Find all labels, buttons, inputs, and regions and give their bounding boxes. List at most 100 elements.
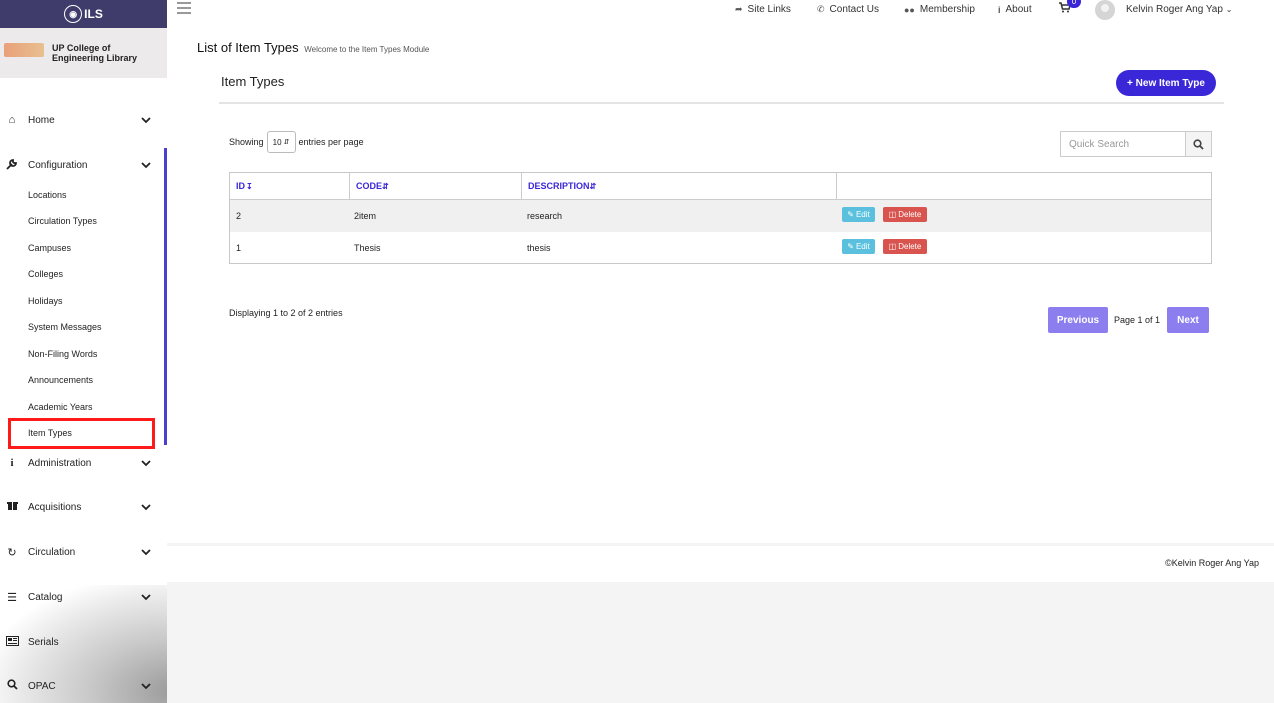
item-types-table: ID ↧ CODE ⇵ DESCRIPTION ⇵ 2 2item resear… bbox=[229, 172, 1212, 264]
chevron-down-icon: ⌄ bbox=[1225, 5, 1233, 14]
wrench-icon bbox=[2, 158, 22, 173]
entries-summary: Displaying 1 to 2 of 2 entries bbox=[229, 308, 343, 318]
menu-toggle-icon[interactable] bbox=[177, 2, 191, 14]
library-name-line1: UP College of bbox=[52, 43, 111, 53]
edit-button[interactable]: ✎ Edit bbox=[842, 239, 875, 254]
sidebar-subitem-announcements[interactable]: Announcements bbox=[28, 375, 93, 385]
brand-logo[interactable]: ◉ ILS bbox=[0, 0, 167, 28]
home-icon: ⌂ bbox=[8, 114, 16, 126]
share-icon: ➦ bbox=[735, 4, 743, 14]
cell-code: 2item bbox=[354, 211, 377, 221]
section-title: Item Types bbox=[221, 74, 285, 89]
new-item-type-button[interactable]: + New Item Type bbox=[1116, 70, 1216, 96]
sidebar-subitem-non-filing-words[interactable]: Non-Filing Words bbox=[28, 349, 97, 359]
trash-icon: ◫ bbox=[888, 242, 897, 251]
page-size-select[interactable]: 10 ⇵ bbox=[266, 131, 296, 153]
sidebar-subitem-campuses[interactable]: Campuses bbox=[28, 243, 71, 253]
page-size-value: 10 bbox=[272, 137, 282, 147]
sidebar-item-home[interactable]: ⌂ Home bbox=[0, 109, 160, 131]
sidebar-item-administration[interactable]: i Administration bbox=[0, 452, 160, 474]
sidebar-subitem-holidays[interactable]: Holidays bbox=[28, 296, 63, 306]
page-title: List of Item Types Welcome to the Item T… bbox=[197, 40, 429, 55]
previous-button[interactable]: Previous bbox=[1048, 307, 1108, 333]
delete-button[interactable]: ◫ Delete bbox=[883, 207, 927, 222]
library-name: UP College of Engineering Library bbox=[52, 43, 137, 63]
sort-icon: ⇵ bbox=[382, 181, 389, 191]
column-header-label: CODE bbox=[356, 181, 383, 191]
showing-label: Showing bbox=[229, 137, 264, 147]
sidebar-item-label: Circulation bbox=[28, 546, 76, 558]
users-icon: ●● bbox=[904, 4, 915, 15]
about-label: About bbox=[1005, 4, 1032, 15]
top-bar: ➦ Site Links ✆ Contact Us ●● Membership … bbox=[167, 0, 1274, 24]
chevron-down-icon bbox=[141, 594, 151, 601]
sidebar-item-label: Home bbox=[28, 114, 55, 126]
library-logo bbox=[4, 43, 44, 57]
table-row: 2 2item research ✎ Edit ◫ Delete bbox=[230, 200, 1211, 232]
sidebar-item-label: Acquisitions bbox=[28, 501, 82, 513]
phone-icon: ✆ bbox=[817, 4, 825, 14]
pencil-icon: ✎ bbox=[847, 242, 854, 251]
main-content: List of Item Types Welcome to the Item T… bbox=[167, 24, 1274, 543]
site-links-label: Site Links bbox=[747, 4, 791, 15]
sidebar-item-catalog[interactable]: ☰ Catalog bbox=[0, 586, 160, 608]
sidebar-subitem-colleges[interactable]: Colleges bbox=[28, 269, 63, 279]
book-icon: ◉ bbox=[64, 5, 83, 23]
delete-button[interactable]: ◫ Delete bbox=[883, 239, 927, 254]
contact-us-link[interactable]: ✆ Contact Us bbox=[817, 4, 879, 15]
column-header-label: DESCRIPTION bbox=[528, 181, 590, 191]
brand-name: ILS bbox=[84, 7, 103, 21]
sidebar-subitem-academic-years[interactable]: Academic Years bbox=[28, 402, 93, 412]
sidebar-subitem-locations[interactable]: Locations bbox=[28, 190, 67, 200]
active-section-indicator bbox=[164, 148, 167, 445]
avatar[interactable] bbox=[1095, 0, 1115, 20]
edit-label: Edit bbox=[855, 210, 870, 219]
gift-icon bbox=[2, 500, 22, 514]
sidebar-item-acquisitions[interactable]: Acquisitions bbox=[0, 496, 160, 518]
chevron-down-icon bbox=[141, 549, 151, 556]
cell-description: thesis bbox=[527, 243, 551, 253]
sort-icon: ⇵ bbox=[589, 181, 597, 191]
sidebar-item-label: OPAC bbox=[28, 680, 56, 692]
cell-code: Thesis bbox=[354, 243, 381, 253]
sidebar-item-serials[interactable]: Serials bbox=[0, 631, 160, 653]
edit-button[interactable]: ✎ Edit bbox=[842, 207, 875, 222]
cell-id: 1 bbox=[236, 243, 242, 253]
sidebar-item-circulation[interactable]: ↻ Circulation bbox=[0, 541, 160, 563]
delete-label: Delete bbox=[898, 210, 922, 219]
edit-label: Edit bbox=[855, 242, 870, 251]
membership-label: Membership bbox=[919, 4, 975, 15]
library-header: UP College of Engineering Library bbox=[0, 28, 167, 78]
footer-copyright: ©Kelvin Roger Ang Yap bbox=[1165, 558, 1259, 568]
entries-label: entries per page bbox=[298, 137, 364, 147]
info-icon: i bbox=[998, 4, 1001, 15]
about-link[interactable]: i About bbox=[998, 4, 1032, 15]
sidebar-item-opac[interactable]: OPAC bbox=[0, 675, 160, 697]
sort-desc-icon: ↧ bbox=[246, 181, 253, 191]
sidebar-item-label: Administration bbox=[28, 457, 92, 469]
column-header-id[interactable]: ID ↧ bbox=[230, 173, 350, 199]
chevron-down-icon bbox=[141, 162, 151, 169]
delete-label: Delete bbox=[898, 242, 922, 251]
cell-id: 2 bbox=[236, 211, 242, 221]
membership-link[interactable]: ●● Membership bbox=[904, 4, 975, 15]
footer: ©Kelvin Roger Ang Yap bbox=[167, 546, 1274, 582]
chevron-down-icon bbox=[141, 683, 151, 690]
sidebar-subitem-circulation-types[interactable]: Circulation Types bbox=[28, 216, 97, 226]
column-header-description[interactable]: DESCRIPTION ⇵ bbox=[522, 173, 837, 199]
site-links-link[interactable]: ➦ Site Links bbox=[735, 4, 791, 15]
page-subtitle: Welcome to the Item Types Module bbox=[304, 45, 430, 54]
sidebar-item-label: Configuration bbox=[28, 159, 88, 171]
column-header-code[interactable]: CODE ⇵ bbox=[350, 173, 522, 199]
pencil-icon: ✎ bbox=[847, 210, 854, 219]
sidebar-subitem-system-messages[interactable]: System Messages bbox=[28, 322, 102, 332]
sidebar-item-label: Catalog bbox=[28, 591, 63, 603]
sidebar-item-configuration[interactable]: Configuration bbox=[0, 154, 160, 176]
next-button[interactable]: Next bbox=[1167, 307, 1209, 333]
search-input[interactable] bbox=[1060, 131, 1185, 157]
newspaper-icon bbox=[2, 635, 22, 649]
user-name: Kelvin Roger Ang Yap bbox=[1126, 4, 1223, 15]
search-button[interactable] bbox=[1185, 131, 1212, 157]
user-menu[interactable]: Kelvin Roger Ang Yap ⌄ bbox=[1126, 4, 1232, 15]
trash-icon: ◫ bbox=[888, 210, 897, 219]
